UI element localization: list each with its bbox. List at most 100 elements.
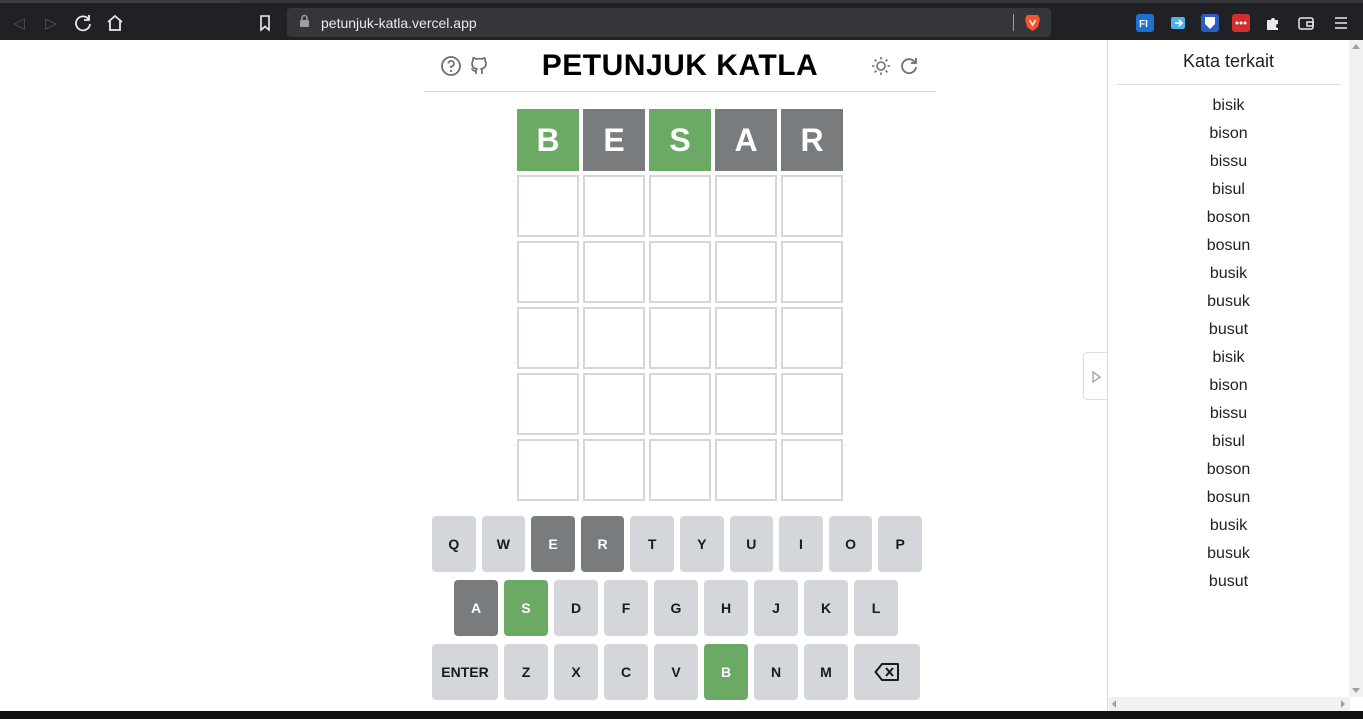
key-l[interactable]: L — [854, 580, 898, 636]
key-b[interactable]: B — [704, 644, 748, 700]
letter-tile — [649, 175, 711, 237]
letter-tile — [715, 373, 777, 435]
key-k[interactable]: K — [804, 580, 848, 636]
related-word-item: busut — [1208, 321, 1249, 338]
key-e[interactable]: E — [531, 516, 575, 572]
enter-key[interactable]: ENTER — [432, 644, 498, 700]
key-z[interactable]: Z — [504, 644, 548, 700]
extension-dots-icon[interactable] — [1232, 14, 1250, 32]
extension-shield-icon[interactable] — [1201, 14, 1219, 32]
home-icon[interactable] — [103, 11, 127, 35]
key-j[interactable]: J — [754, 580, 798, 636]
divider — [1013, 14, 1014, 31]
extension-share-icon[interactable] — [1170, 14, 1188, 32]
related-word-item: busuk — [1207, 293, 1250, 310]
page-header: PETUNJUK KATLA — [424, 40, 936, 92]
letter-tile — [781, 439, 843, 501]
related-word-item: bisul — [1212, 181, 1245, 198]
horizontal-scrollbar[interactable] — [1108, 697, 1350, 711]
lock-icon — [300, 14, 309, 27]
key-d[interactable]: D — [554, 580, 598, 636]
menu-icon[interactable] — [1332, 14, 1350, 32]
related-word-item: bissu — [1209, 153, 1248, 170]
key-f[interactable]: F — [604, 580, 648, 636]
keyboard-row: ASDFGHJKL — [432, 580, 922, 636]
board-row — [517, 175, 843, 237]
related-word-item: busik — [1209, 265, 1248, 282]
key-p[interactable]: P — [878, 516, 922, 572]
letter-tile — [715, 307, 777, 369]
key-o[interactable]: O — [828, 516, 873, 572]
letter-tile — [583, 175, 645, 237]
vertical-scrollbar[interactable] — [1349, 40, 1363, 697]
letter-tile — [517, 373, 579, 435]
game-page: PETUNJUK KATLA BESAR QWERTYUIOPASDFGHJKL… — [0, 40, 1107, 711]
key-s[interactable]: S — [504, 580, 548, 636]
backspace-key[interactable] — [854, 644, 920, 700]
key-m[interactable]: M — [804, 644, 848, 700]
letter-tile — [715, 439, 777, 501]
keyboard-row: ENTER Z X C V B N M — [432, 644, 922, 700]
letter-tile — [715, 241, 777, 303]
key-i[interactable]: I — [779, 516, 823, 572]
key-x[interactable]: X — [554, 644, 598, 700]
address-bar[interactable]: petunjuk-katla.vercel.app — [287, 8, 1051, 37]
key-g[interactable]: G — [654, 580, 698, 636]
board-row — [517, 439, 843, 501]
related-word-item: bissu — [1209, 405, 1248, 422]
related-word-item: bosun — [1206, 237, 1251, 254]
key-c[interactable]: C — [604, 644, 648, 700]
scroll-down-icon[interactable] — [1352, 688, 1360, 693]
related-word-item: bisik — [1212, 349, 1245, 366]
letter-tile: E — [583, 109, 645, 171]
scroll-up-icon[interactable] — [1352, 44, 1360, 49]
letter-tile: A — [715, 109, 777, 171]
sidebar-toggle-button[interactable] — [1083, 352, 1108, 400]
letter-tile — [583, 307, 645, 369]
forward-icon[interactable]: ▷ — [39, 11, 63, 35]
letter-tile — [649, 439, 711, 501]
brave-shield-icon[interactable] — [1024, 13, 1041, 32]
active-tab-indicator — [0, 0, 240, 3]
key-v[interactable]: V — [654, 644, 698, 700]
letter-tile — [781, 307, 843, 369]
back-icon[interactable]: ◁ — [7, 11, 31, 35]
key-q[interactable]: Q — [432, 516, 476, 572]
key-r[interactable]: R — [580, 516, 625, 572]
letter-tile — [517, 241, 579, 303]
related-word-item: bisul — [1212, 433, 1245, 450]
refresh-icon[interactable] — [898, 55, 920, 77]
backspace-icon — [874, 663, 899, 681]
letter-tile — [583, 373, 645, 435]
sidebar-title: Kata terkait — [1182, 51, 1275, 71]
related-word-item: bison — [1209, 377, 1248, 394]
board-row — [517, 307, 843, 369]
reload-icon[interactable] — [71, 11, 95, 35]
svg-text:FI: FI — [1139, 19, 1148, 30]
letter-tile — [781, 241, 843, 303]
extension-fi-icon[interactable]: FI — [1136, 14, 1154, 32]
guess-board: BESAR — [517, 109, 843, 505]
browser-toolbar: ◁ ▷ petunjuk-katla.vercel.app FI — [0, 0, 1363, 40]
related-word-item: bisik — [1212, 97, 1245, 114]
keyboard-row: QWERTYUIOP — [432, 516, 922, 572]
board-row — [517, 241, 843, 303]
extensions-puzzle-icon[interactable] — [1264, 14, 1282, 32]
key-u[interactable]: U — [729, 516, 774, 572]
letter-tile — [583, 439, 645, 501]
key-t[interactable]: T — [630, 516, 674, 572]
bookmark-icon[interactable] — [253, 11, 277, 35]
key-n[interactable]: N — [754, 644, 798, 700]
related-word-item: busik — [1209, 517, 1248, 534]
key-y[interactable]: Y — [679, 516, 724, 572]
related-words-list: bisik bison bissu bisul boson bosun busik busuk… — [1117, 96, 1340, 600]
key-h[interactable]: H — [704, 580, 748, 636]
key-w[interactable]: W — [481, 516, 526, 572]
theme-toggle-sun-icon[interactable] — [870, 55, 892, 77]
related-word-item: bosun — [1206, 489, 1251, 506]
letter-tile — [781, 373, 843, 435]
key-a[interactable]: A — [454, 580, 498, 636]
wallet-icon[interactable] — [1297, 14, 1315, 32]
letter-tile: B — [517, 109, 579, 171]
related-words-sidebar: Kata terkait bisik bison bissu bisul boson bo… — [1107, 40, 1363, 711]
